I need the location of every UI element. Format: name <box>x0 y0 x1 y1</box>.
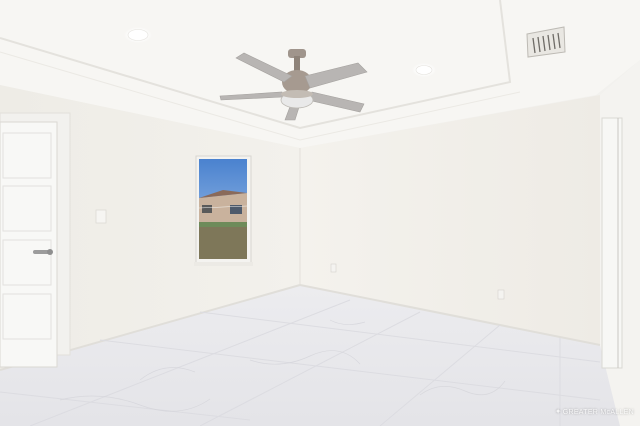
recessed-light <box>412 63 436 77</box>
watermark-text: GREATER McALLEN <box>562 409 634 416</box>
room-photo <box>0 0 640 426</box>
doorway-trim <box>601 117 623 369</box>
wall-outlet <box>330 263 337 273</box>
window-sill <box>194 262 253 266</box>
recessed-light <box>124 27 152 43</box>
wall-outlet <box>497 289 505 300</box>
watermark: ✦GREATER McALLEN <box>555 407 634 416</box>
watermark-logo-icon: ✦ <box>554 407 562 416</box>
door[interactable] <box>0 121 58 368</box>
light-switch <box>95 209 107 224</box>
